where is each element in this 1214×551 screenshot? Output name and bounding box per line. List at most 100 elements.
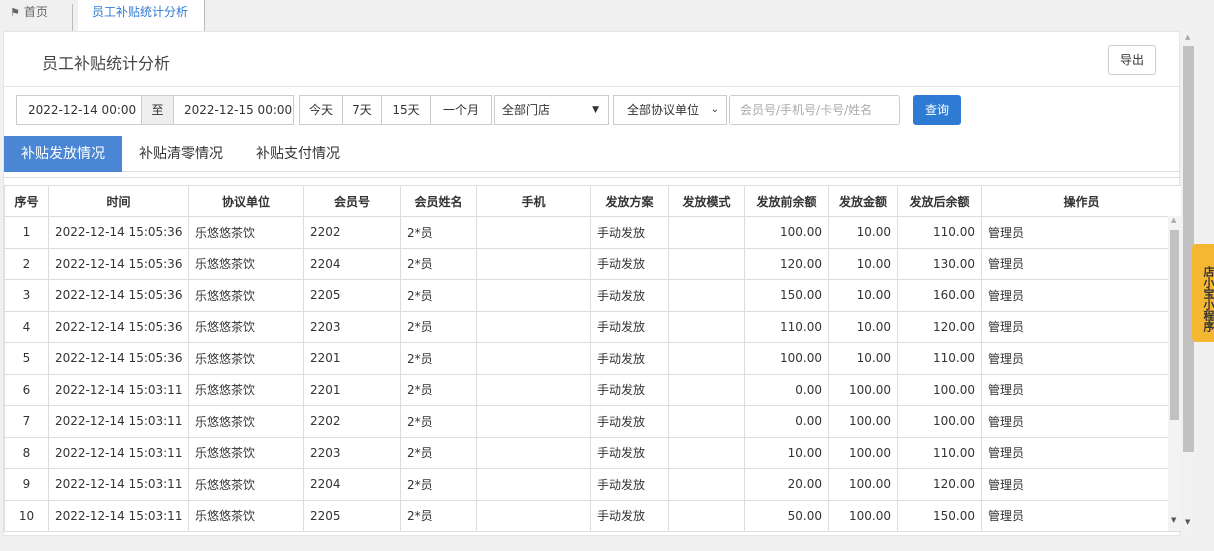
table-cell: 2*员 [400,279,477,312]
table-row[interactable]: 3 2022-12-14 15:05:36 乐悠悠茶饮 2205 2*员 手动发放 150.… [4,279,1182,312]
table-cell: 2022-12-14 15:03:11 [48,373,189,406]
table-cell: 手动发放 [590,373,669,406]
store-select[interactable]: 全部门店 ▼ [494,95,609,125]
table-cell: 100.00 [828,405,898,438]
column-header[interactable]: 操作员 [981,185,1182,217]
range-month-button[interactable]: 一个月 [430,95,492,125]
table-cell: 2022-12-14 15:03:11 [48,405,189,438]
column-header[interactable]: 发放前余额 [744,185,829,217]
table-cell: 150.00 [897,499,982,532]
subtab-issuance[interactable]: 补贴发放情况 [4,136,122,172]
table-cell [668,342,745,375]
table-row[interactable]: 6 2022-12-14 15:03:11 乐悠悠茶饮 2201 2*员 手动发放 0.00… [4,373,1182,406]
search-input[interactable]: 会员号/手机号/卡号/姓名 [729,95,900,125]
mini-program-badge[interactable]: 店小宝小程序 [1192,244,1214,342]
table-cell: 2*员 [400,436,477,469]
table-cell: 手动发放 [590,342,669,375]
scroll-down-icon[interactable]: ▼ [1171,516,1176,524]
table-row[interactable]: 8 2022-12-14 15:03:11 乐悠悠茶饮 2203 2*员 手动发放 10.0… [4,436,1182,469]
page-title: 员工补贴统计分析 [42,54,171,73]
table-cell: 手动发放 [590,247,669,280]
table-cell: 100.00 [897,373,982,406]
chevron-down-icon: ⌄ [710,104,719,115]
table-cell [668,279,745,312]
table-cell [668,247,745,280]
column-header[interactable]: 发放后余额 [897,185,982,217]
table-cell: 2201 [303,373,401,406]
table-scroll-thumb[interactable] [1170,230,1179,420]
scroll-up-icon[interactable]: ▲ [1185,33,1190,41]
table-cell: 乐悠悠茶饮 [188,279,304,312]
table-cell: 100.00 [744,342,829,375]
table-cell: 手动发放 [590,468,669,501]
table-cell: 2205 [303,279,401,312]
table-cell: 130.00 [897,247,982,280]
table-cell: 10.00 [744,436,829,469]
column-header[interactable]: 会员号 [303,185,401,217]
table-cell [476,468,591,501]
table-row[interactable]: 9 2022-12-14 15:03:11 乐悠悠茶饮 2204 2*员 手动发放 20.0… [4,468,1182,501]
table-row[interactable]: 10 2022-12-14 15:03:11 乐悠悠茶饮 2205 2*员 手动发放 50.… [4,499,1182,532]
table-cell: 120.00 [744,247,829,280]
table-row[interactable]: 2 2022-12-14 15:05:36 乐悠悠茶饮 2204 2*员 手动发放 120.… [4,247,1182,280]
date-start-input[interactable]: 2022-12-14 00:00 [16,95,142,125]
table-cell: 2*员 [400,468,477,501]
table-row[interactable]: 7 2022-12-14 15:03:11 乐悠悠茶饮 2202 2*员 手动发放 0.00… [4,405,1182,438]
table-cell: 乐悠悠茶饮 [188,373,304,406]
column-header[interactable]: 时间 [48,185,189,217]
subtab-bar: 补贴发放情况 补贴清零情况 补贴支付情况 [4,136,1181,172]
table-cell [476,216,591,249]
table-cell: 乐悠悠茶饮 [188,247,304,280]
subtab-clearing[interactable]: 补贴清零情况 [139,136,223,172]
range-15days-button[interactable]: 15天 [381,95,431,125]
table-cell: 8 [4,436,49,469]
tab-subsidy-analysis[interactable]: 员工补贴统计分析 [78,0,205,31]
table-cell: 管理员 [981,373,1182,406]
column-header[interactable]: 发放模式 [668,185,745,217]
unit-select[interactable]: 全部协议单位 ⌄ [613,95,727,125]
table-cell: 2202 [303,216,401,249]
tab-bar: ⚑ 首页 员工补贴统计分析 [0,0,1214,31]
table-cell: 10 [4,499,49,532]
table-cell [476,247,591,280]
column-header[interactable]: 序号 [4,185,49,217]
table-row[interactable]: 4 2022-12-14 15:05:36 乐悠悠茶饮 2203 2*员 手动发放 110.… [4,310,1182,343]
table-cell [476,405,591,438]
table-row[interactable]: 1 2022-12-14 15:05:36 乐悠悠茶饮 2202 2*员 手动发放 100.… [4,216,1182,249]
date-end-input[interactable]: 2022-12-15 00:00 [173,95,294,125]
table-cell [476,373,591,406]
table-cell: 100.00 [828,499,898,532]
table-cell [668,499,745,532]
table-cell: 110.00 [897,436,982,469]
range-7days-button[interactable]: 7天 [342,95,382,125]
table-cell: 2201 [303,342,401,375]
table-cell: 3 [4,279,49,312]
scroll-up-icon[interactable]: ▲ [1171,216,1176,224]
table-cell: 100.00 [828,373,898,406]
table-cell: 6 [4,373,49,406]
table-cell: 手动发放 [590,216,669,249]
column-header[interactable]: 发放金额 [828,185,898,217]
column-header[interactable]: 会员姓名 [400,185,477,217]
table-cell: 2204 [303,247,401,280]
table-row[interactable]: 5 2022-12-14 15:05:36 乐悠悠茶饮 2201 2*员 手动发放 100.… [4,342,1182,375]
range-today-button[interactable]: 今天 [299,95,343,125]
table-cell: 手动发放 [590,436,669,469]
table-cell: 管理员 [981,499,1182,532]
table-cell: 10.00 [828,310,898,343]
table-cell: 2205 [303,499,401,532]
subtab-payment[interactable]: 补贴支付情况 [256,136,340,172]
scroll-down-icon[interactable]: ▼ [1185,518,1190,526]
table-cell: 9 [4,468,49,501]
table-cell: 2*员 [400,342,477,375]
column-header[interactable]: 手机 [476,185,591,217]
table-cell: 2203 [303,310,401,343]
table-cell: 100.00 [828,468,898,501]
column-header[interactable]: 发放方案 [590,185,669,217]
table-scrollbar[interactable]: ▲ ▼ [1168,216,1181,531]
table-cell: 2*员 [400,499,477,532]
tab-home[interactable]: ⚑ 首页 [10,0,48,24]
export-button[interactable]: 导出 [1108,45,1156,75]
column-header[interactable]: 协议单位 [188,185,304,217]
query-button[interactable]: 查询 [913,95,961,125]
